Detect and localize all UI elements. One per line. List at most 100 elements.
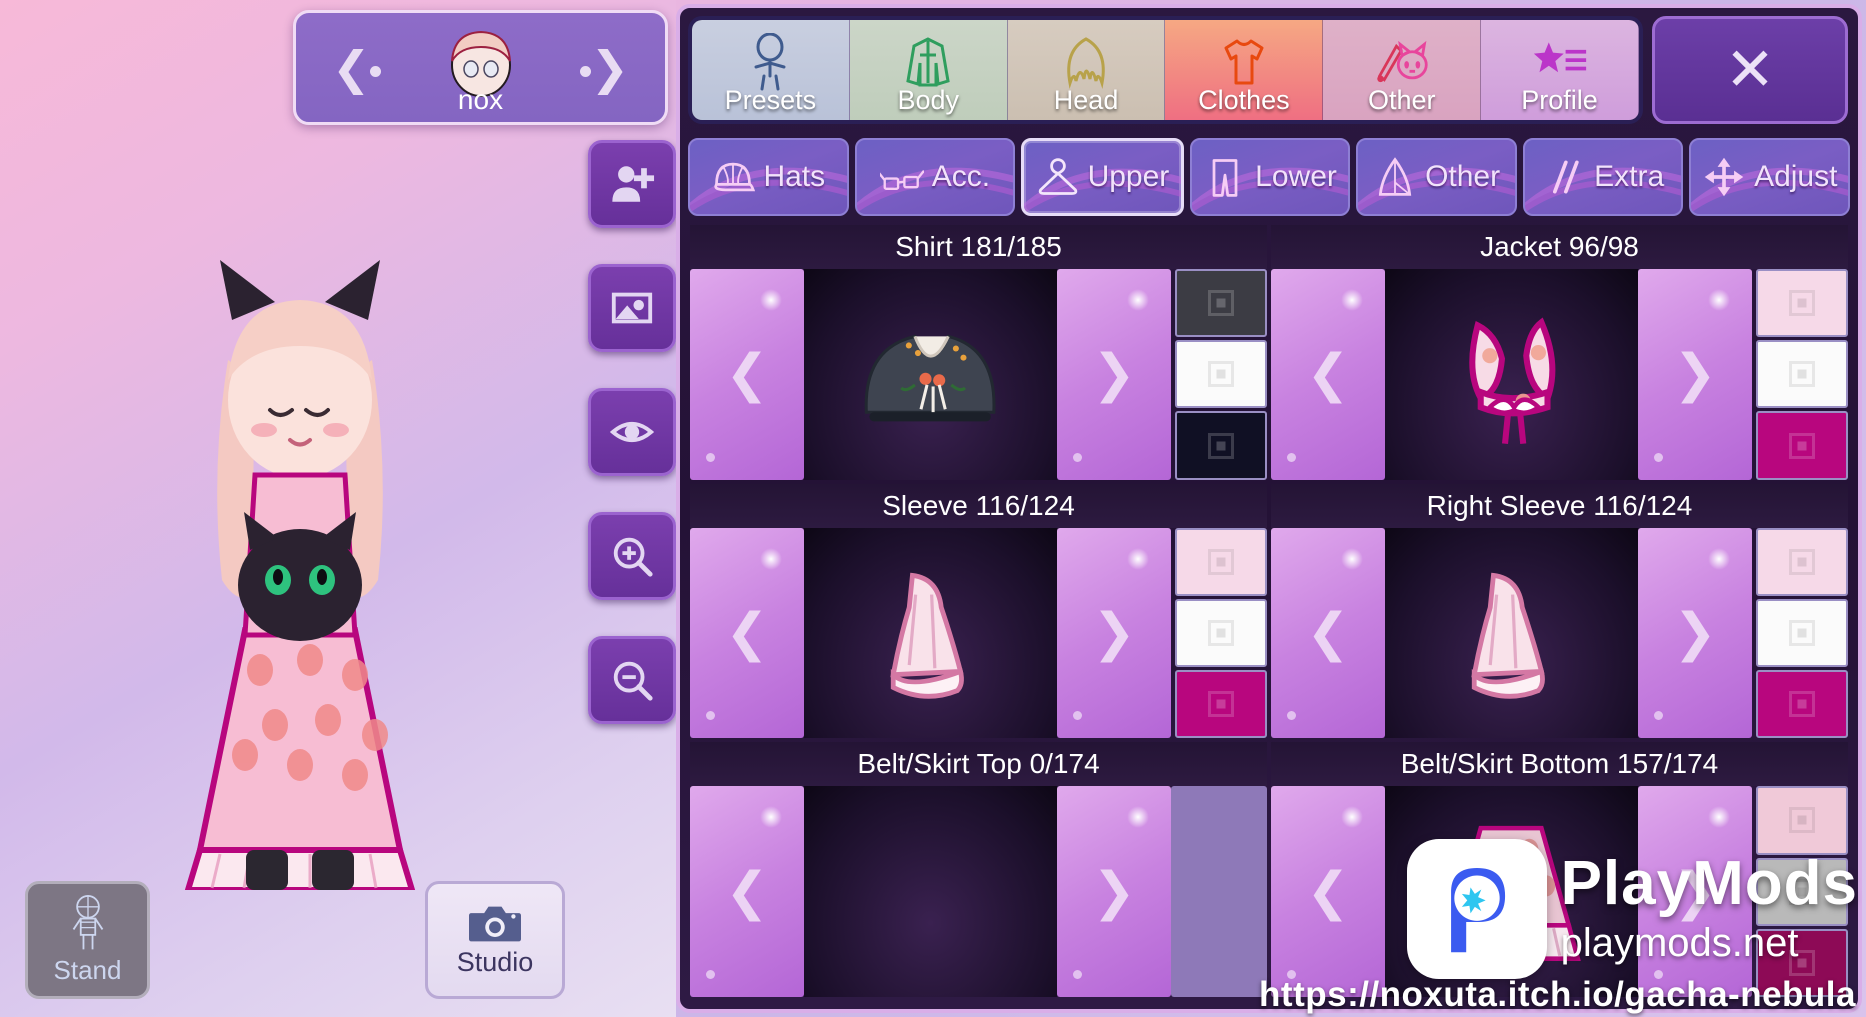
sub-tab-adjust[interactable]: Adjust [1689,138,1851,216]
sub-tab-upper[interactable]: Upper [1021,138,1184,216]
next-item-button[interactable]: ❯ [1638,527,1752,739]
tab-profile[interactable]: Profile [1481,20,1639,120]
zoom-in-button[interactable] [588,512,676,600]
color-swatches [1752,269,1848,480]
prev-item-button[interactable]: ❮ [690,269,804,480]
prev-item-button[interactable]: ❮ [1271,269,1385,480]
sub-tab-hats[interactable]: Hats [688,138,849,216]
chevron-right-icon: ❯ [1673,602,1717,663]
tab-presets[interactable]: Presets [692,20,850,120]
prev-item-button[interactable]: ❮ [1271,527,1385,739]
sub-tab-acc[interactable]: Acc. [854,138,1016,216]
color-swatches [1171,269,1267,480]
color-swatches [1752,527,1848,739]
studio-button[interactable]: Studio [425,881,565,999]
star-list-icon [1533,42,1586,73]
item-title: Belt/Skirt Bottom 157/174 [1271,742,1848,787]
item-title: Jacket 96/98 [1271,225,1848,269]
item-cell-belt-skirt-top: Belt/Skirt Top 0/174 ❮ ❯ [688,740,1269,999]
zoom-out-button[interactable] [588,636,676,724]
add-person-icon [612,166,655,202]
next-item-button[interactable]: ❯ [1057,527,1171,739]
sub-tab-adjust-label: Adjust [1754,160,1838,193]
color-swatches [1171,527,1267,739]
item-preview[interactable] [804,786,1057,997]
close-button[interactable]: ✕ [1652,16,1848,124]
item-cell-jacket: Jacket 96/98 ❮ ❯ [1269,223,1850,482]
color-swatches-empty [1171,786,1267,997]
zoom-in-icon [613,537,653,577]
sub-tab-other[interactable]: Other [1356,138,1517,216]
stand-pose-icon [72,894,103,949]
color-swatch[interactable] [1175,411,1267,480]
item-title: Belt/Skirt Top 0/174 [690,742,1267,787]
color-swatch[interactable] [1756,598,1848,668]
pink-sleeve-preview [1471,572,1546,699]
tab-head-label: Head [1053,85,1119,115]
tab-clothes-label: Clothes [1198,85,1290,115]
dark-shirt-preview [865,334,996,422]
color-swatch[interactable] [1756,340,1848,409]
tab-presets-label: Presets [724,85,817,115]
tab-clothes[interactable]: Clothes [1165,20,1324,120]
prev-item-button[interactable]: ❮ [690,786,804,997]
image-icon [611,292,653,324]
close-icon: ✕ [1724,36,1776,103]
item-preview[interactable] [804,527,1057,739]
watermark-subtitle: playmods.net [1560,920,1799,965]
hair-icon [1067,37,1105,89]
zoom-out-icon [613,661,653,701]
add-character-button[interactable] [588,140,676,228]
item-preview[interactable] [1385,527,1638,739]
item-cell-shirt: Shirt 181/185 ❮ ❯ [688,223,1269,482]
color-swatch[interactable] [1756,411,1848,480]
chevron-right-icon: ❯ [1092,344,1136,405]
watermark-url: https://noxuta.itch.io/gacha-nebula [1259,975,1856,1014]
color-swatch[interactable] [1756,527,1848,596]
character-outline-icon [754,33,786,91]
sub-tab-other-label: Other [1425,160,1501,193]
pants-icon [1212,159,1238,197]
chevron-left-icon: ❮ [725,602,769,663]
sub-tab-bar: Hats Acc. Upper Lower Other Extra Adjust [688,138,1851,216]
sub-tab-acc-label: Acc. [931,160,991,193]
character-stage: ❮ ❯ nox Stand Studio [0,0,676,1017]
color-swatch[interactable] [1175,340,1267,409]
color-swatch[interactable] [1756,269,1848,338]
sub-tab-extra-label: Extra [1594,160,1665,193]
pink-jacket-preview [1469,317,1556,445]
next-item-button[interactable]: ❯ [1057,269,1171,480]
prev-item-button[interactable]: ❮ [1271,786,1385,997]
chevron-left-icon: ❮ [1306,344,1350,405]
color-swatch[interactable] [1175,527,1267,596]
camera-icon [469,906,521,942]
sub-tab-extra[interactable]: Extra [1522,138,1684,216]
next-item-button[interactable]: ❯ [1638,269,1752,480]
glasses-icon [879,169,924,190]
sub-tab-upper-label: Upper [1087,160,1170,193]
tab-other[interactable]: Other [1323,20,1482,120]
chevron-right-icon: ❯ [1673,344,1717,405]
tab-head[interactable]: Head [1007,20,1166,120]
visibility-button[interactable] [588,388,676,476]
color-swatch[interactable] [1756,670,1848,739]
character-name: nox [457,84,504,115]
tab-body-label: Body [897,85,960,115]
item-preview[interactable] [804,269,1057,480]
color-swatch[interactable] [1175,670,1267,739]
pink-sleeve-preview [890,572,965,699]
next-item-button[interactable]: ❯ [1057,786,1171,997]
jacket-icon [906,37,950,87]
item-preview[interactable] [1385,269,1638,480]
item-cell-right-sleeve: Right Sleeve 116/124 ❮ ❯ [1269,482,1850,741]
chevron-left-icon: ❮ [1306,861,1350,922]
color-swatch[interactable] [1175,269,1267,338]
chevron-left-icon: ❮ [725,344,769,405]
stand-button[interactable]: Stand [25,881,150,999]
prev-item-button[interactable]: ❮ [690,527,804,739]
chevron-right-icon: ❯ [1092,861,1136,922]
sub-tab-lower[interactable]: Lower [1189,138,1351,216]
color-swatch[interactable] [1175,598,1267,668]
background-button[interactable] [588,264,676,352]
tab-body[interactable]: Body [849,20,1008,120]
